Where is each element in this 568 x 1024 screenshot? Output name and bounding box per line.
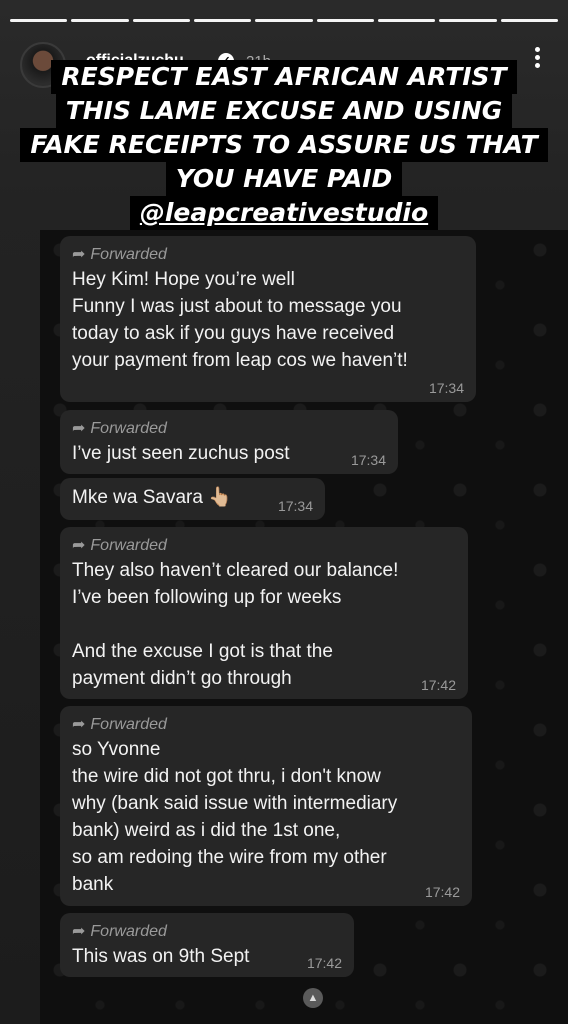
message-bubble: ➦ Forwarded I’ve just seen zuchus post 17… (60, 410, 398, 474)
message-bubble: ➦ Forwarded This was on 9th Sept 17:42 (60, 913, 354, 977)
message-text: so Yvonne the wire did not got thru, i d… (72, 739, 398, 895)
message-text: Hey Kim! Hope you’re well Funny I was ju… (72, 269, 408, 371)
progress-segment (10, 19, 68, 22)
story-progress-bar (10, 19, 558, 22)
progress-segment (193, 19, 252, 22)
progress-segment (439, 19, 497, 22)
message-text: This was on 9th Sept (72, 946, 250, 967)
progress-segment (377, 19, 436, 22)
forwarded-label: ➦ Forwarded (72, 246, 167, 263)
overlay-line: THIS LAME EXCUSE AND USING (55, 94, 513, 128)
overlay-mention[interactable]: @leapcreativestudio (129, 196, 439, 230)
message-time: 17:42 (420, 677, 456, 693)
forward-arrow-icon: ➦ (72, 716, 86, 733)
message-text: Mke wa Savara 👆🏼 (72, 487, 232, 508)
message-text: They also haven’t cleared our balance! I… (72, 560, 399, 689)
message-time: 17:42 (424, 884, 460, 900)
progress-segment (132, 19, 190, 22)
progress-segment (316, 19, 374, 22)
arrow-up-icon: ▲ (307, 992, 319, 1004)
message-bubble: ➦ Forwarded so Yvonne the wire did not go… (60, 706, 472, 906)
forwarded-label: ➦ Forwarded (72, 537, 167, 554)
forwarded-label: ➦ Forwarded (72, 716, 167, 733)
forward-arrow-icon: ➦ (72, 246, 86, 263)
progress-segment (71, 19, 129, 22)
forwarded-label: ➦ Forwarded (72, 923, 167, 940)
forwarded-label: ➦ Forwarded (72, 420, 167, 437)
overlay-line: YOU HAVE PAID (165, 162, 403, 196)
progress-segment (255, 19, 313, 22)
message-time: 17:42 (306, 955, 342, 971)
message-text: I’ve just seen zuchus post (72, 443, 290, 464)
forward-arrow-icon: ➦ (72, 537, 86, 554)
scroll-down-button[interactable]: ▲ (303, 988, 323, 1008)
message-time: 17:34 (428, 380, 464, 396)
message-bubble: ➦ Forwarded They also haven’t cleared our… (60, 527, 468, 699)
message-bubble: ➦ Forwarded Hey Kim! Hope you’re well Fun… (60, 236, 476, 402)
message-time: 17:34 (277, 498, 313, 514)
forward-arrow-icon: ➦ (72, 420, 86, 437)
forward-arrow-icon: ➦ (72, 923, 86, 940)
message-bubble: Mke wa Savara 👆🏼 17:34 (60, 478, 325, 520)
story-text-overlay: RESPECT EAST AFRICAN ARTIST THIS LAME EX… (0, 60, 568, 230)
overlay-line: FAKE RECEIPTS TO ASSURE US THAT (20, 128, 548, 162)
overlay-line: RESPECT EAST AFRICAN ARTIST (51, 60, 517, 94)
message-time: 17:34 (350, 452, 386, 468)
progress-segment (500, 19, 558, 22)
